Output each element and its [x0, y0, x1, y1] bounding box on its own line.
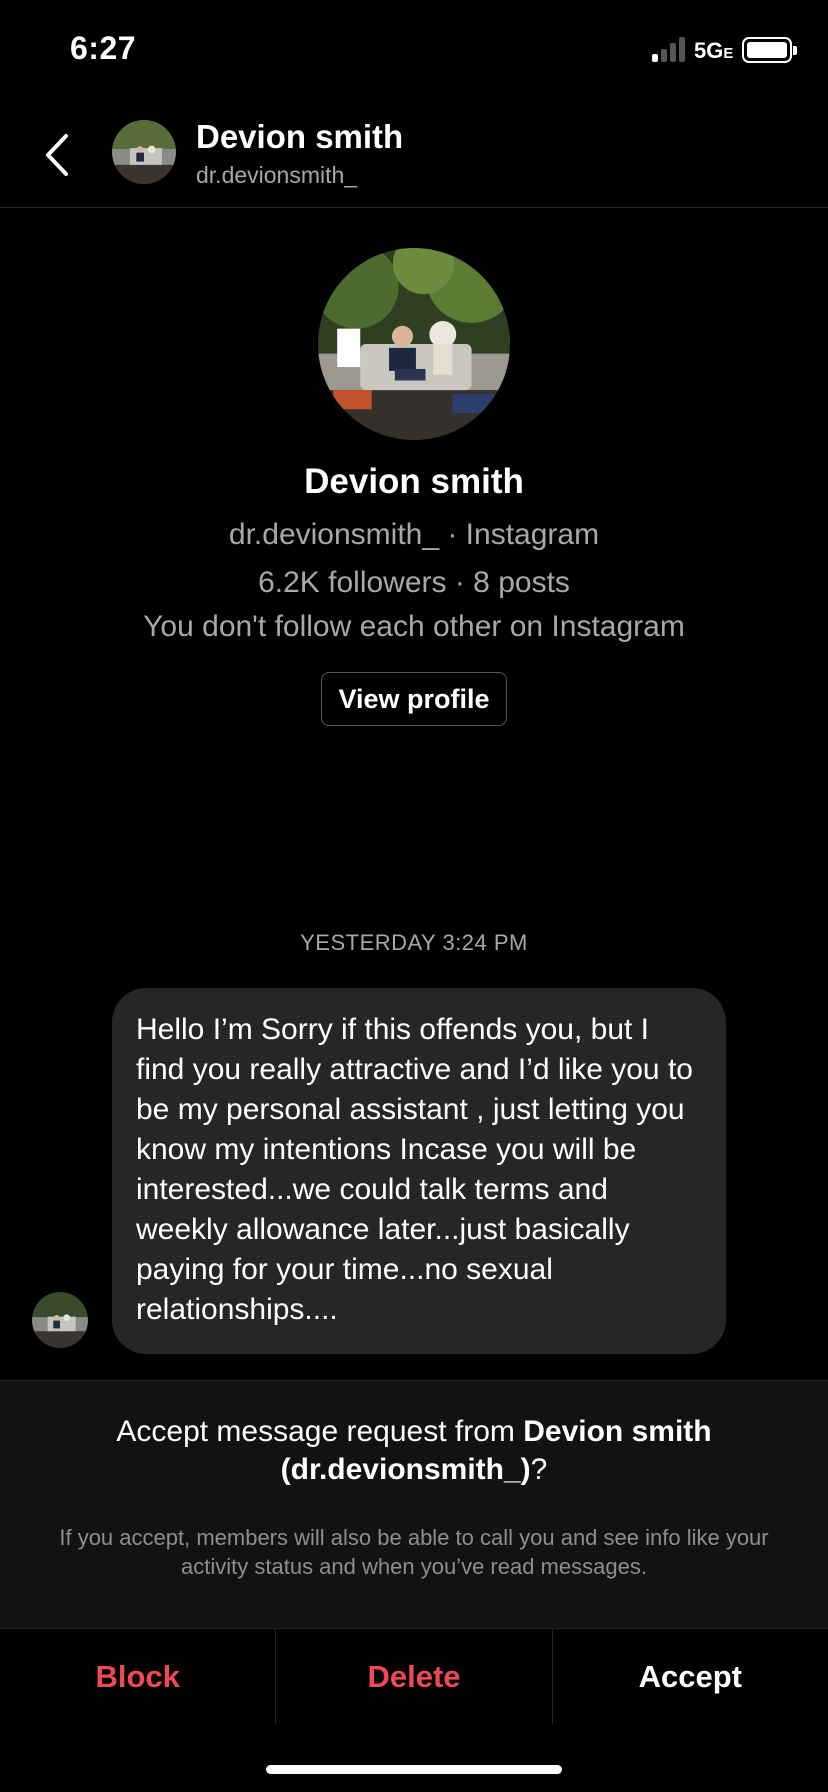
header-avatar[interactable]	[112, 120, 176, 184]
status-bar: 6:27 5GE	[0, 0, 828, 100]
profile-summary: Devion smith dr.devionsmith_ · Instagram…	[0, 248, 828, 726]
header-handle: dr.devionsmith_	[196, 162, 358, 188]
profile-handle-platform: dr.devionsmith_ · Instagram	[228, 518, 600, 551]
message-bubble[interactable]: Hello I’m Sorry if this offends you, but…	[112, 988, 726, 1354]
back-button[interactable]	[36, 122, 86, 184]
block-button[interactable]: Block	[0, 1629, 275, 1724]
follow-status: You don't follow each other on Instagram	[143, 610, 685, 643]
avatar-photo	[32, 1292, 88, 1348]
profile-photo[interactable]	[318, 248, 510, 440]
delete-button[interactable]: Delete	[275, 1629, 551, 1724]
profile-stats: 6.2K followers · 8 posts	[258, 566, 570, 599]
home-indicator[interactable]	[266, 1765, 562, 1774]
avatar-photo	[112, 120, 176, 184]
request-question: Accept message request from Devion smith…	[116, 1415, 712, 1486]
message-request-panel: Accept message request from Devion smith…	[0, 1380, 828, 1628]
header-name[interactable]: Devion smith	[196, 118, 403, 156]
accept-button[interactable]: Accept	[551, 1629, 828, 1724]
request-actions: Block Delete Accept	[0, 1628, 828, 1724]
profile-name: Devion smith	[304, 462, 524, 501]
avatar-photo	[318, 248, 510, 440]
message-timestamp: YESTERDAY 3:24 PM	[300, 930, 528, 955]
dm-request-screen: 6:27 5GE Devion smith dr.devionsmith_ De…	[0, 0, 828, 1792]
status-time: 6:27	[70, 30, 137, 66]
chat-header: Devion smith dr.devionsmith_	[0, 100, 828, 208]
sender-avatar[interactable]	[32, 1292, 88, 1348]
request-note: If you accept, members will also be able…	[59, 1525, 769, 1579]
signal-bars-icon	[652, 36, 688, 62]
network-label: 5GE	[694, 38, 734, 63]
view-profile-button[interactable]: View profile	[321, 672, 507, 726]
battery-full-icon	[742, 37, 797, 63]
chevron-left-icon	[46, 134, 68, 176]
